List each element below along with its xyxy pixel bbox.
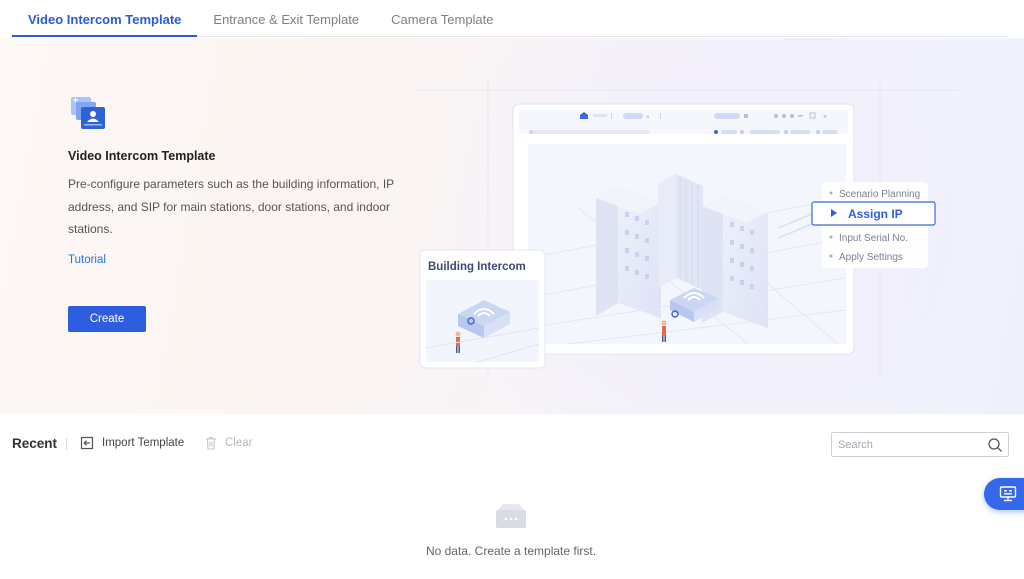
tab-entrance-exit-template[interactable]: Entrance & Exit Template <box>197 0 375 37</box>
tutorial-link[interactable]: Tutorial <box>68 254 106 266</box>
search-icon[interactable] <box>987 437 1003 453</box>
import-template-label: Import Template <box>102 437 185 449</box>
template-hero-panel: Video Intercom Template Pre-configure pa… <box>0 38 1024 414</box>
svg-text:×: × <box>823 114 827 121</box>
building-intercom-card: Building Intercom <box>419 249 546 369</box>
hero-description: Pre-configure parameters such as the bui… <box>68 177 394 236</box>
tab-video-intercom-template[interactable]: Video Intercom Template <box>12 0 198 37</box>
template-tabs: Video Intercom Template Entrance & Exit … <box>12 0 1008 37</box>
monitor-icon <box>999 486 1017 502</box>
tab-camera-template[interactable]: Camera Template <box>375 0 509 37</box>
empty-state-message: No data. Create a template first. <box>425 544 597 558</box>
import-template-button[interactable]: Import Template <box>80 436 184 450</box>
clear-button[interactable]: Clear <box>205 436 252 450</box>
illustration-window: × × <box>512 103 855 355</box>
svg-text:×: × <box>646 115 650 121</box>
building-intercom-illustration: × × Building Intercom Scenario Planning … <box>418 78 958 378</box>
step-apply-settings: Apply Settings <box>839 252 903 263</box>
search-input[interactable] <box>838 435 978 454</box>
step-assign-ip: Assign IP <box>848 207 903 221</box>
video-intercom-template-icon <box>71 97 105 129</box>
import-icon <box>80 436 94 450</box>
step-scenario-planning: Scenario Planning <box>839 189 920 200</box>
empty-box-icon <box>496 504 526 528</box>
hero-title: Video Intercom Template <box>68 149 216 163</box>
create-button[interactable]: Create <box>68 306 146 332</box>
search-box <box>831 432 1009 457</box>
trash-icon <box>206 436 216 450</box>
building-intercom-label: Building Intercom <box>428 261 526 273</box>
step-input-serial-no: Input Serial No. <box>839 233 908 244</box>
divider <box>66 438 67 450</box>
setup-steps-panel: Scenario Planning Assign IP Input Serial… <box>811 182 936 268</box>
floating-display-button[interactable] <box>984 478 1024 510</box>
recent-section: Recent Import Template Clear No data. Cr… <box>0 414 1024 579</box>
clear-label: Clear <box>225 437 253 449</box>
recent-title: Recent <box>12 436 58 451</box>
